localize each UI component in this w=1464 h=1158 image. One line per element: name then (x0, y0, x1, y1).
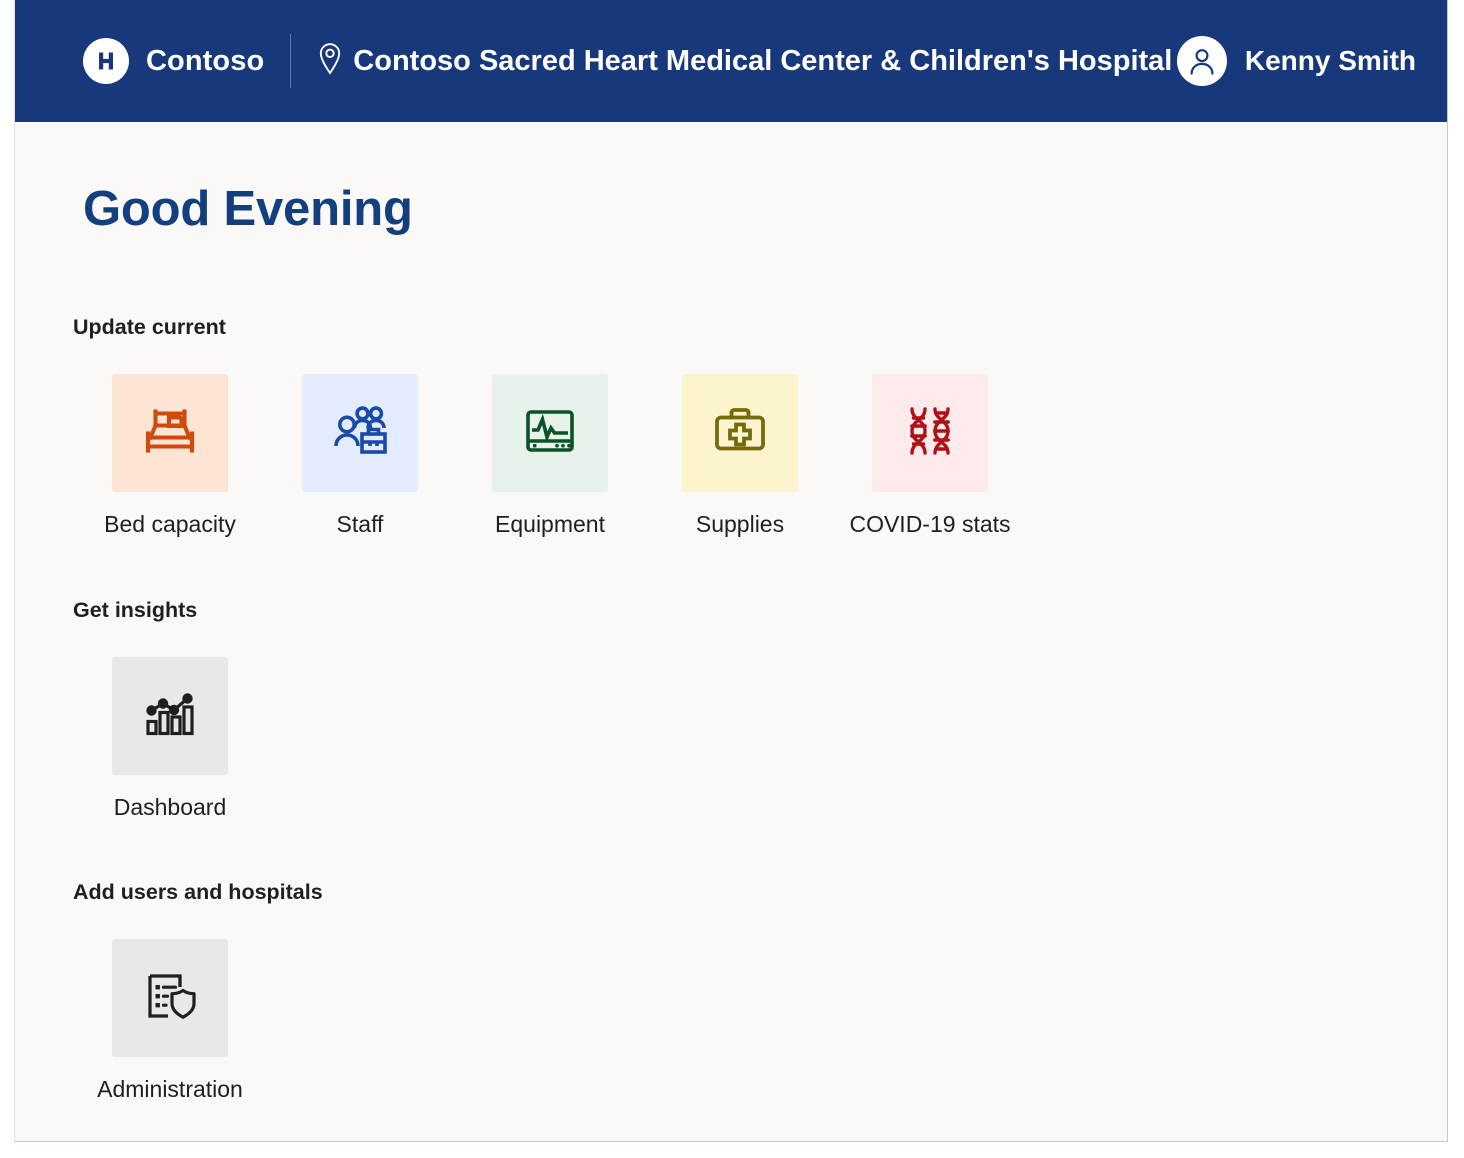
tile-equipment[interactable]: Equipment (455, 374, 645, 537)
tile-label: COVID-19 stats (849, 511, 1011, 537)
tile-label: Dashboard (113, 794, 227, 820)
dna-helix-icon (899, 400, 961, 467)
person-avatar-icon (1176, 36, 1227, 86)
brand-home-link[interactable]: Contoso (83, 38, 264, 84)
tile-bed-capacity[interactable]: Bed capacity (75, 374, 265, 537)
tile-row: Bed capacity Staff Equipment Supplies CO… (73, 374, 1025, 537)
people-with-briefcase-icon (329, 400, 391, 467)
tile-row: Administration (73, 939, 323, 1102)
tile-label: Supplies (695, 511, 785, 537)
tile-label: Bed capacity (104, 511, 236, 537)
tile-icon-background (112, 374, 228, 492)
page-title: Good Evening (83, 182, 413, 236)
page-body: Good Evening Update current Bed capacity… (15, 122, 1447, 1141)
facility-name: Contoso Sacred Heart Medical Center & Ch… (353, 44, 1173, 77)
section-get-insights: Get insights Dashboard (73, 598, 265, 820)
tile-label: Staff (336, 511, 384, 537)
header-divider (290, 34, 292, 88)
app-header: Contoso Contoso Sacred Heart Medical Cen… (15, 0, 1447, 122)
section-heading: Update current (73, 315, 226, 339)
tile-covid-19-stats[interactable]: COVID-19 stats (835, 374, 1025, 537)
app-window: Contoso Contoso Sacred Heart Medical Cen… (14, 0, 1448, 1142)
tile-label: Administration (97, 1076, 243, 1102)
list-with-shield-icon (139, 965, 201, 1032)
medical-kit-icon (709, 400, 771, 467)
bar-chart-trendline-icon (139, 683, 201, 750)
section-add-users-and-hospitals: Add users and hospitals Administration (73, 880, 323, 1102)
location-pin-icon (317, 42, 343, 81)
brand-name: Contoso (146, 44, 265, 77)
facility-selector[interactable]: Contoso Sacred Heart Medical Center & Ch… (317, 42, 1172, 81)
vitals-monitor-icon (519, 400, 581, 467)
user-menu[interactable]: Kenny Smith (1176, 36, 1438, 86)
tile-dashboard[interactable]: Dashboard (75, 657, 265, 820)
tile-icon-background (682, 374, 798, 492)
tile-icon-background (492, 374, 608, 492)
section-update-current: Update current Bed capacity Staff Equipm… (73, 315, 1025, 537)
user-name: Kenny Smith (1244, 45, 1416, 76)
tile-icon-background (872, 374, 988, 492)
tile-administration[interactable]: Administration (75, 939, 265, 1102)
tile-staff[interactable]: Staff (265, 374, 455, 537)
tile-icon-background (112, 657, 228, 775)
tile-icon-background (112, 939, 228, 1057)
hospital-h-logo-icon (83, 38, 129, 84)
section-heading: Add users and hospitals (73, 880, 323, 904)
bed-icon (139, 400, 201, 467)
tile-icon-background (302, 374, 418, 492)
tile-supplies[interactable]: Supplies (645, 374, 835, 537)
tile-label: Equipment (495, 511, 605, 537)
section-heading: Get insights (73, 598, 198, 622)
tile-row: Dashboard (73, 657, 265, 820)
